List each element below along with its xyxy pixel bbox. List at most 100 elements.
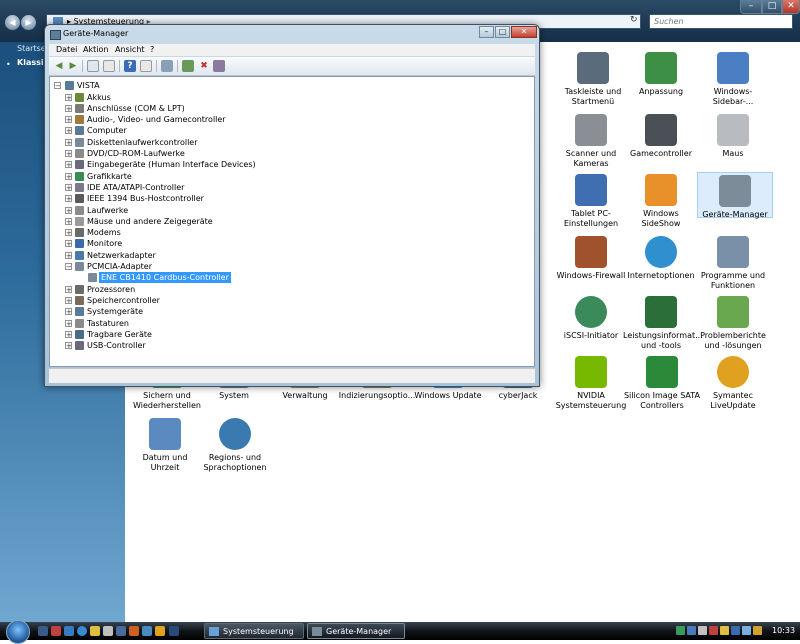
collapse-icon[interactable]: − [54, 82, 61, 90]
show-hide-tree-icon[interactable] [103, 60, 115, 72]
search-input[interactable]: Suchen [649, 14, 793, 29]
tree-category[interactable]: + USB-Controller [65, 340, 385, 351]
expand-icon[interactable]: + [65, 172, 72, 180]
back-arrow-icon[interactable]: ◀ [53, 60, 65, 72]
close-button[interactable]: ✕ [782, 0, 800, 14]
up-level-icon[interactable] [87, 60, 99, 72]
cp-item[interactable]: Taskleiste und Startmenü [555, 52, 631, 107]
cp-item[interactable]: Problemberichte und -lösungen [695, 296, 771, 351]
minimize-button[interactable]: – [479, 26, 494, 38]
maximize-button[interactable]: □ [762, 0, 782, 14]
taskbar-button-geraete-manager[interactable]: Geräte-Manager [307, 623, 405, 639]
quicklaunch-icon[interactable] [129, 626, 139, 636]
tree-category[interactable]: + Tragbare Geräte [65, 329, 385, 340]
start-button[interactable] [6, 620, 30, 644]
help-icon[interactable]: ? [124, 60, 136, 72]
tree-category[interactable]: + Systemgeräte [65, 306, 385, 317]
tree-child-item[interactable]: ENE CB1410 Cardbus-Controller [88, 272, 408, 284]
tree-category[interactable]: + Audio-, Video- und Gamecontroller [65, 114, 385, 125]
expand-icon[interactable]: + [65, 104, 72, 112]
menu-datei[interactable]: Datei [56, 45, 77, 54]
tree-category[interactable]: + Grafikkarte [65, 171, 385, 182]
minimize-button[interactable]: – [740, 0, 762, 14]
cp-item[interactable]: Symantec LiveUpdate [695, 356, 771, 411]
forward-button[interactable]: ▶ [20, 14, 37, 31]
cp-item[interactable]: iSCSI-Initiator [553, 296, 629, 341]
cp-item[interactable]: Anpassung [623, 52, 699, 97]
expand-icon[interactable]: + [65, 342, 72, 350]
cp-item[interactable]: Tablet PC-Einstellungen [553, 174, 629, 229]
cp-item[interactable]: Internetoptionen [623, 236, 699, 281]
quicklaunch-icon[interactable] [90, 626, 100, 636]
quicklaunch-icon[interactable] [142, 626, 152, 636]
cp-item[interactable]: Windows-Firewall [553, 236, 629, 281]
collapse-icon[interactable]: − [65, 263, 72, 271]
expand-icon[interactable]: + [65, 93, 72, 101]
internet-explorer-icon[interactable] [77, 626, 87, 636]
tree-category[interactable]: + Monitore [65, 238, 385, 249]
properties-icon[interactable] [140, 60, 152, 72]
tray-icon[interactable] [753, 626, 762, 635]
menu-aktion[interactable]: Aktion [83, 45, 108, 54]
cp-item[interactable]: Gamecontroller [623, 114, 699, 159]
tree-category[interactable]: + IEEE 1394 Bus-Hostcontroller [65, 193, 385, 204]
volume-icon[interactable] [742, 626, 751, 635]
taskbar-button-systemsteuerung[interactable]: Systemsteuerung [204, 623, 304, 639]
expand-icon[interactable]: + [65, 217, 72, 225]
cp-item[interactable]: Maus [695, 114, 771, 159]
expand-icon[interactable]: + [65, 296, 72, 304]
tree-category[interactable]: − PCMCIA-Adapter [65, 261, 385, 272]
cp-item[interactable]: Scanner und Kameras [553, 114, 629, 169]
cp-item-selected[interactable]: Geräte-Manager [697, 172, 773, 219]
quicklaunch-icon[interactable] [169, 626, 179, 636]
expand-icon[interactable]: + [65, 138, 72, 146]
update-driver-icon[interactable] [182, 60, 194, 72]
tray-icon[interactable] [676, 626, 685, 635]
tray-icon[interactable] [698, 626, 707, 635]
tree-category[interactable]: + Diskettenlaufwerkcontroller [65, 137, 385, 148]
tree-category[interactable]: + Computer [65, 125, 385, 136]
expand-icon[interactable]: + [65, 116, 72, 124]
tree-category[interactable]: + IDE ATA/ATAPI-Controller [65, 182, 385, 193]
expand-icon[interactable]: + [65, 195, 72, 203]
tray-icon[interactable] [687, 626, 696, 635]
tree-category[interactable]: + Akkus [65, 92, 385, 103]
scan-hardware-icon[interactable] [161, 60, 173, 72]
expand-icon[interactable]: + [65, 240, 72, 248]
disable-device-icon[interactable] [213, 60, 225, 72]
expand-icon[interactable]: + [65, 206, 72, 214]
cp-item[interactable]: Leistungsinformat... und -tools [623, 296, 703, 351]
expand-icon[interactable]: + [65, 150, 72, 158]
expand-icon[interactable]: + [65, 127, 72, 135]
cp-item[interactable]: Datum und Uhrzeit [127, 418, 203, 473]
tree-category[interactable]: + Anschlüsse (COM & LPT) [65, 103, 385, 114]
tree-category[interactable]: + Tastaturen [65, 318, 385, 329]
expand-icon[interactable]: + [65, 285, 72, 293]
back-button[interactable]: ◀ [4, 14, 21, 31]
cp-item[interactable]: NVIDIA Systemsteuerung [553, 356, 629, 411]
quicklaunch-icon[interactable] [103, 626, 113, 636]
tree-category[interactable]: + Mäuse und andere Zeigegeräte [65, 216, 385, 227]
tree-category[interactable]: + DVD/CD-ROM-Laufwerke [65, 148, 385, 159]
tree-category[interactable]: + Prozessoren [65, 284, 385, 295]
tree-category[interactable]: + Modems [65, 227, 385, 238]
close-button[interactable]: ✕ [511, 26, 537, 38]
cp-item[interactable]: Silicon Image SATA Controllers [623, 356, 701, 411]
quicklaunch-icon[interactable] [116, 626, 126, 636]
tree-root[interactable]: − VISTA [54, 80, 254, 91]
expand-icon[interactable]: + [65, 330, 72, 338]
cp-item[interactable]: Windows SideShow [623, 174, 699, 229]
network-icon[interactable] [731, 626, 740, 635]
cp-item[interactable]: Programme und Funktionen [695, 236, 771, 291]
maximize-button[interactable]: □ [495, 26, 510, 38]
expand-icon[interactable]: + [65, 251, 72, 259]
cp-item[interactable]: Windows-Sidebar-... [695, 52, 771, 107]
menu-ansicht[interactable]: Ansicht [115, 45, 145, 54]
refresh-icon[interactable]: ↻ [630, 15, 638, 25]
tree-category[interactable]: + Netzwerkadapter [65, 250, 385, 261]
menu-help[interactable]: ? [150, 45, 154, 54]
tree-category[interactable]: + Eingabegeräte (Human Interface Devices) [65, 159, 385, 170]
tree-category[interactable]: + Laufwerke [65, 205, 385, 216]
clock[interactable]: 10:33 [772, 622, 795, 640]
expand-icon[interactable]: + [65, 319, 72, 327]
